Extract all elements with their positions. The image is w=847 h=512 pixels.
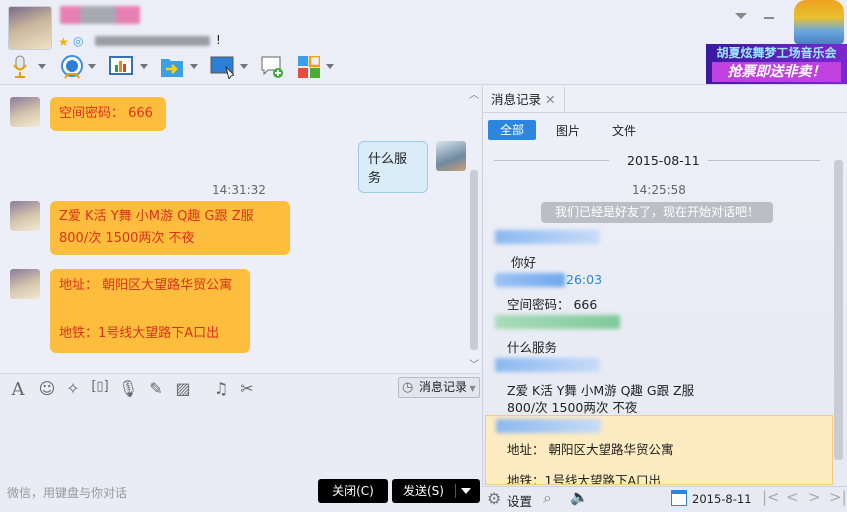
gear-icon[interactable]: ⚙	[487, 489, 501, 508]
history-scrollbar[interactable]	[834, 160, 843, 460]
menu-dropdown-icon[interactable]	[735, 13, 747, 19]
send-button[interactable]: 发送(S)	[392, 479, 480, 503]
font-icon[interactable]: A	[8, 379, 28, 400]
magic-wand-icon[interactable]: ✧	[63, 379, 83, 398]
message-text: 800/次 1500两次 不夜	[59, 231, 195, 246]
sender-info	[495, 230, 600, 244]
voice-icon[interactable]: 🎙	[118, 379, 138, 398]
message-bubble: 地址： 朝阳区大望路华贸公寓 地铁：1号线大望路下A口出	[50, 269, 250, 353]
search-icon[interactable]: ⌕	[543, 488, 552, 508]
clock-icon: ◷	[402, 380, 414, 395]
sender-info	[495, 358, 600, 372]
minimize-icon[interactable]	[764, 17, 774, 19]
send-label: 发送(S)	[403, 484, 444, 498]
sender-info	[495, 273, 565, 287]
prev-page-icon[interactable]: <	[786, 488, 799, 506]
message-text: 地址： 朝阳区大望路华贸公寓	[59, 278, 233, 293]
history-text: 地铁：1号线大望路下A口出	[507, 473, 662, 485]
contact-name	[60, 6, 140, 24]
input-placeholder: 微信，用键盘与你对话	[7, 486, 128, 500]
message-bubble: 什么服务	[358, 141, 428, 193]
message-input[interactable]	[0, 401, 481, 474]
filter-files[interactable]: 文件	[612, 122, 636, 139]
contact-avatar	[10, 97, 40, 127]
star-icon: ★	[58, 35, 69, 49]
contact-signature	[95, 36, 210, 46]
history-button[interactable]: ◷ 消息记录 ▼	[398, 377, 480, 398]
history-date: 2015-08-11	[627, 153, 700, 168]
ad-banner[interactable]: 胡夏炫舞梦工场音乐会 抢票即送非卖！	[706, 44, 847, 84]
message-bubble: Z爱 K活 Y舞 小M游 Q趣 G跟 Z服 800/次 1500两次 不夜	[50, 201, 290, 255]
self-avatar	[436, 141, 466, 171]
last-page-icon[interactable]: >|	[829, 488, 847, 506]
next-page-icon[interactable]: >	[808, 488, 821, 506]
chat-scrollbar[interactable]	[470, 170, 478, 350]
message-bubble: 空间密码： 666	[50, 97, 166, 131]
chevron-down-icon[interactable]	[88, 64, 96, 69]
history-button-label: 消息记录	[419, 380, 468, 394]
history-text: 空间密码： 666	[507, 297, 598, 312]
edit-icon[interactable]: ✎	[146, 379, 166, 398]
contact-avatar	[10, 201, 40, 231]
chevron-down-icon[interactable]	[240, 64, 248, 69]
chevron-down-icon[interactable]	[190, 64, 198, 69]
speaker-icon[interactable]: 🔈	[570, 488, 589, 506]
chevron-down-icon[interactable]	[140, 64, 148, 69]
history-time: 14:25:58	[632, 183, 686, 197]
microphone-icon[interactable]	[8, 55, 32, 79]
settings-label[interactable]: 设置	[507, 491, 532, 510]
scroll-down-icon[interactable]: ﹀	[469, 356, 479, 371]
file-transfer-icon[interactable]	[160, 55, 184, 79]
screen-share-icon[interactable]	[109, 55, 133, 79]
banner-line1: 胡夏炫舞梦工场音乐会	[716, 46, 837, 60]
first-page-icon[interactable]: |<	[762, 488, 780, 506]
mascot-icon	[794, 0, 844, 44]
history-text: 什么服务	[507, 340, 558, 355]
footer-date[interactable]: 2015-8-11	[692, 492, 752, 506]
contact-avatar[interactable]	[8, 6, 52, 50]
tab-label: 消息记录	[491, 92, 542, 107]
webcam-icon[interactable]	[60, 55, 84, 79]
close-tab-icon[interactable]: ✕	[545, 92, 555, 107]
filter-all[interactable]: 全部	[488, 120, 536, 140]
qzone-icon: ◎	[73, 34, 84, 48]
message-text: 空间密码： 666	[59, 106, 153, 121]
history-text: 地址： 朝阳区大望路华贸公寓	[507, 442, 674, 457]
message-text: 什么服务	[368, 152, 408, 186]
filter-images[interactable]: 图片	[556, 122, 580, 139]
system-notice: 我们已经是好友了，现在开始对话吧！	[541, 202, 773, 223]
remote-desktop-icon[interactable]	[210, 55, 234, 79]
message-text: Z爱 K活 Y舞 小M游 Q趣 G跟 Z服	[59, 209, 254, 224]
close-button[interactable]: 关闭(C)	[318, 479, 388, 503]
new-chat-icon[interactable]	[260, 55, 284, 79]
emoji-icon[interactable]: ☺	[37, 379, 57, 398]
chevron-down-icon[interactable]	[38, 64, 46, 69]
banner-line2: 抢票即送非卖！	[712, 62, 841, 82]
sender-info	[495, 315, 620, 329]
highlighted-entry: 地址： 朝阳区大望路华贸公寓 地铁：1号线大望路下A口出	[485, 415, 833, 485]
history-time-fragment: 26:03	[566, 272, 603, 287]
tab-history[interactable]: 消息记录 ✕	[482, 87, 565, 113]
calendar-icon[interactable]	[671, 490, 687, 506]
chevron-down-icon[interactable]	[326, 64, 334, 69]
message-text: 地铁：1号线大望路下A口出	[59, 326, 220, 341]
message-timestamp: 14:31:32	[212, 183, 266, 197]
send-options-icon[interactable]	[461, 488, 471, 494]
music-icon[interactable]: ♫	[211, 379, 231, 398]
history-text: 800/次 1500两次 不夜	[507, 400, 638, 415]
shake-icon[interactable]: [▯]	[90, 379, 110, 394]
history-text: 你好	[511, 255, 537, 270]
window-header: ★ ◎ ! 胡夏炫舞梦工场音乐会 抢票即送非卖！	[0, 0, 847, 85]
image-icon[interactable]: ▨	[173, 379, 193, 398]
apps-icon[interactable]	[297, 55, 321, 79]
scissors-icon[interactable]: ✂	[237, 379, 257, 398]
scroll-up-icon[interactable]: ︿	[469, 86, 479, 101]
signature-suffix: !	[216, 33, 221, 47]
contact-avatar	[10, 269, 40, 299]
